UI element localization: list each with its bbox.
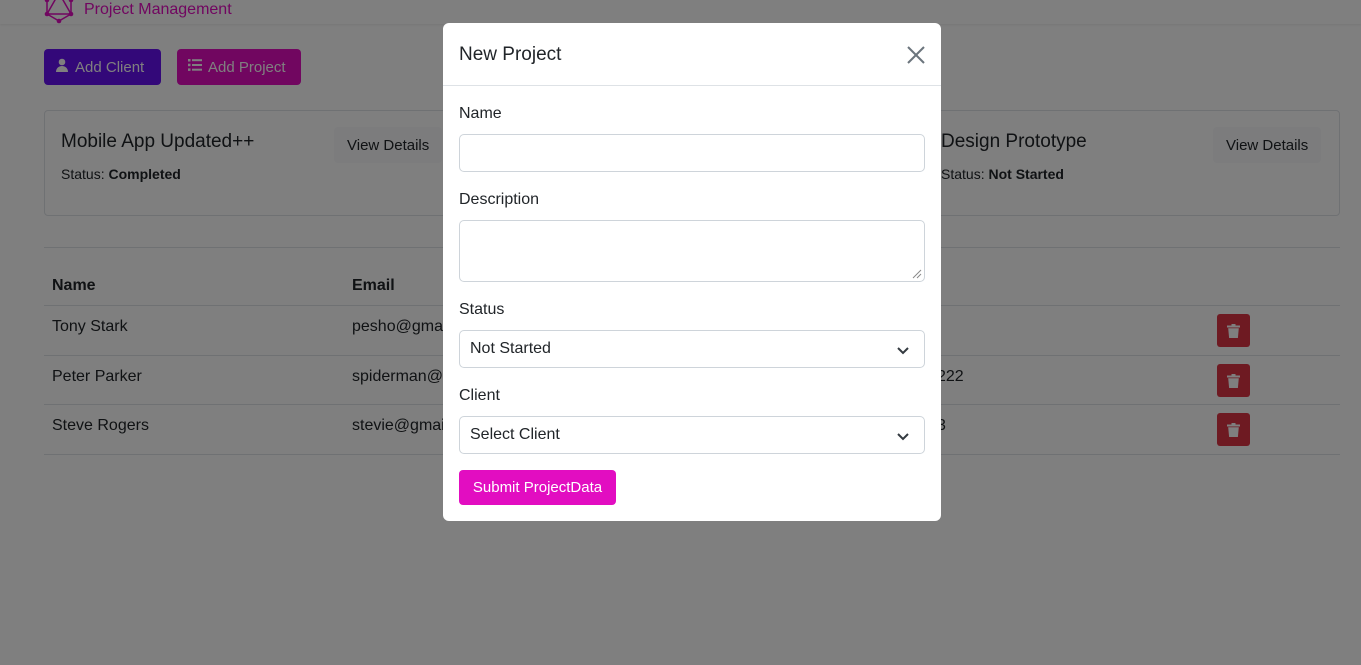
chevron-down-icon: [896, 343, 910, 357]
chevron-down-icon: [896, 429, 910, 443]
description-textarea[interactable]: [459, 220, 925, 282]
status-selected-value: Not Started: [470, 340, 551, 357]
modal-title: New Project: [459, 44, 562, 65]
client-label: Client: [459, 387, 500, 404]
client-selected-value: Select Client: [470, 426, 560, 443]
name-input[interactable]: [459, 134, 925, 172]
status-label: Status: [459, 301, 505, 318]
name-label: Name: [459, 105, 502, 122]
description-label: Description: [459, 191, 540, 208]
client-select[interactable]: Select Client: [459, 416, 925, 454]
resize-handle-icon[interactable]: [912, 269, 922, 279]
close-button[interactable]: [905, 44, 927, 66]
modal-header: New Project: [443, 23, 941, 86]
status-select[interactable]: Not Started: [459, 330, 925, 368]
submit-button[interactable]: Submit ProjectData: [459, 470, 616, 505]
new-project-modal: New Project Name Description Status Not …: [443, 23, 941, 521]
close-icon: [907, 46, 925, 64]
